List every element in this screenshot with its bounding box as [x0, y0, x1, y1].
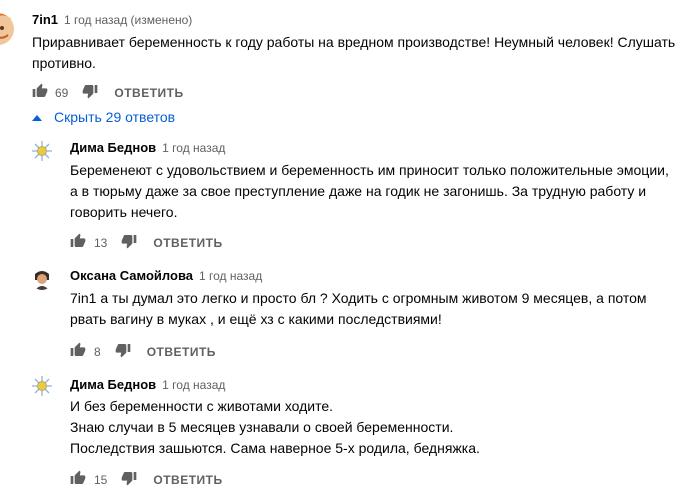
- comment-time[interactable]: 1 год назад: [162, 378, 225, 392]
- like-count: 13: [94, 235, 108, 250]
- comment-actions: 69 ОТВЕТИТЬ: [32, 83, 184, 102]
- avatar[interactable]: [31, 140, 53, 162]
- hide-replies-toggle[interactable]: Скрыть 29 ответов: [32, 109, 175, 125]
- comment-author[interactable]: Дима Беднов: [70, 377, 156, 392]
- comment-text: Беременеют с удовольствием и беременност…: [70, 160, 700, 223]
- comment-text-line: Последствия зашьются. Сама наверное 5-х …: [70, 440, 480, 456]
- comment-text: Приравнивает беременность к году работы …: [32, 32, 700, 74]
- like-count: 15: [94, 472, 108, 487]
- user-avatar-icon: [0, 13, 14, 45]
- comment-actions: 15 ОТВЕТИТЬ: [70, 470, 223, 489]
- like-count: 8: [94, 344, 101, 359]
- comment-time[interactable]: 1 год назад: [199, 269, 262, 283]
- comment-text-line: Приравнивает беременность к году работы …: [32, 34, 676, 50]
- reply-button[interactable]: ОТВЕТИТЬ: [147, 345, 216, 359]
- chevron-up-icon: [32, 109, 42, 125]
- thumbs-up-icon[interactable]: [32, 83, 48, 102]
- thumbs-up-icon[interactable]: [70, 342, 86, 361]
- sun-avatar-icon: [31, 140, 53, 162]
- person-avatar-icon: [31, 268, 53, 290]
- comment-actions: 13 ОТВЕТИТЬ: [70, 233, 223, 252]
- reply-button[interactable]: ОТВЕТИТЬ: [114, 86, 183, 100]
- comment-time[interactable]: 1 год назад (изменено): [64, 13, 192, 27]
- comment-header: 7in1 1 год назад (изменено): [32, 11, 192, 29]
- thumbs-up-icon[interactable]: [70, 470, 86, 489]
- comment-text-line: рвать вагину в муках , и ещё хз с какими…: [70, 311, 442, 327]
- comment-text: И без беременности с животами ходите. Зн…: [70, 396, 700, 459]
- comment-text-line: И без беременности с животами ходите.: [70, 398, 334, 414]
- thumbs-down-icon[interactable]: [121, 233, 137, 252]
- reply-button[interactable]: ОТВЕТИТЬ: [153, 473, 222, 487]
- comment-header: Оксана Самойлова 1 год назад: [70, 267, 262, 285]
- avatar[interactable]: [31, 268, 53, 290]
- thumbs-up-icon[interactable]: [70, 233, 86, 252]
- comment-text-line: 7in1 а ты думал это легко и просто бл ? …: [70, 290, 647, 306]
- thumbs-down-icon[interactable]: [121, 470, 137, 489]
- comment-header: Дима Беднов 1 год назад: [70, 376, 225, 394]
- thumbs-down-icon[interactable]: [82, 83, 98, 102]
- comment-text-line: Знаю случаи в 5 месяцев узнавали о своей…: [70, 419, 454, 435]
- comment-text-line: говорить нечего.: [70, 204, 178, 220]
- avatar[interactable]: [0, 10, 16, 48]
- thumbs-down-icon[interactable]: [115, 342, 131, 361]
- comment-header: Дима Беднов 1 год назад: [70, 139, 225, 157]
- comment-author[interactable]: Дима Беднов: [70, 140, 156, 155]
- hide-replies-label: Скрыть 29 ответов: [54, 109, 176, 125]
- avatar[interactable]: [31, 375, 53, 397]
- sun-avatar-icon: [31, 375, 53, 397]
- comment-author[interactable]: Оксана Самойлова: [70, 268, 193, 283]
- comment-actions: 8 ОТВЕТИТЬ: [70, 342, 216, 361]
- like-count: 69: [55, 85, 69, 100]
- comment-text-line: а в тюрьму даже за свое преступление даж…: [70, 183, 647, 199]
- comment-text: 7in1 а ты думал это легко и просто бл ? …: [70, 288, 700, 330]
- comment-text-line: Беременеют с удовольствием и беременност…: [70, 162, 669, 178]
- comment-text-line: противно.: [32, 55, 96, 71]
- comment-time[interactable]: 1 год назад: [162, 141, 225, 155]
- reply-button[interactable]: ОТВЕТИТЬ: [153, 236, 222, 250]
- comment-author[interactable]: 7in1: [32, 12, 58, 27]
